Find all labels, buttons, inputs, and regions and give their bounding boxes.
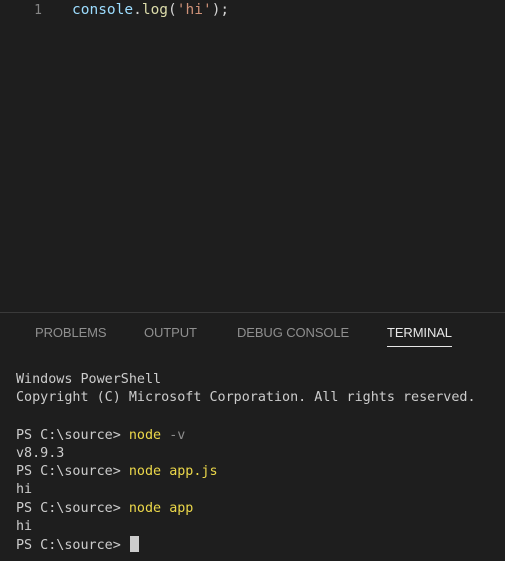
command-args: -v — [169, 428, 186, 443]
line-number: 1 — [34, 3, 42, 18]
code-token-open-paren: ( — [168, 2, 177, 18]
command-args: app — [169, 501, 194, 516]
panel-tabs: PROBLEMS OUTPUT DEBUG CONSOLE TERMINAL — [0, 313, 505, 353]
command: node — [128, 428, 162, 443]
code-editor[interactable]: 1 console.log('hi'); — [0, 0, 505, 312]
terminal-prompt-line: PS C:\source> node app — [16, 500, 193, 518]
command: node — [128, 501, 162, 516]
terminal-prompt-line: PS C:\source> node app.js — [16, 463, 218, 481]
tab-terminal-label: TERMINAL — [387, 325, 452, 340]
code-line[interactable]: 1 console.log('hi'); — [0, 0, 505, 22]
terminal-input-line[interactable]: PS C:\source> — [16, 536, 139, 555]
command: node — [128, 464, 162, 479]
prompt: PS C:\source> — [16, 501, 129, 516]
tab-output[interactable]: OUTPUT — [144, 325, 197, 340]
active-tab-indicator — [387, 346, 452, 347]
prompt: PS C:\source> — [16, 464, 129, 479]
command-output: v8.9.3 — [16, 446, 65, 461]
code-token-method: log — [141, 2, 169, 18]
terminal-prompt-line: PS C:\source> node -v — [16, 427, 185, 445]
terminal-header: Windows PowerShell — [16, 372, 162, 387]
terminal-output[interactable]: Windows PowerShell Copyright (C) Microso… — [0, 368, 505, 561]
command-output: hi — [16, 519, 33, 534]
terminal-cursor — [129, 536, 139, 552]
prompt: PS C:\source> — [16, 538, 129, 553]
tab-terminal[interactable]: TERMINAL — [387, 325, 452, 347]
command-args: app.js — [169, 464, 218, 479]
command-output: hi — [16, 482, 33, 497]
terminal-copyright: Copyright (C) Microsoft Corporation. All… — [16, 390, 476, 405]
code-token-close: ); — [211, 2, 230, 18]
tab-debug-console[interactable]: DEBUG CONSOLE — [237, 325, 349, 340]
code-token-dot: . — [133, 2, 142, 18]
bottom-panel: PROBLEMS OUTPUT DEBUG CONSOLE TERMINAL W… — [0, 313, 505, 561]
tab-problems[interactable]: PROBLEMS — [35, 325, 107, 340]
code-token-object: console — [72, 2, 134, 18]
code-text[interactable]: console.log('hi'); — [72, 1, 229, 19]
code-token-string: 'hi' — [176, 2, 212, 18]
prompt: PS C:\source> — [16, 428, 129, 443]
